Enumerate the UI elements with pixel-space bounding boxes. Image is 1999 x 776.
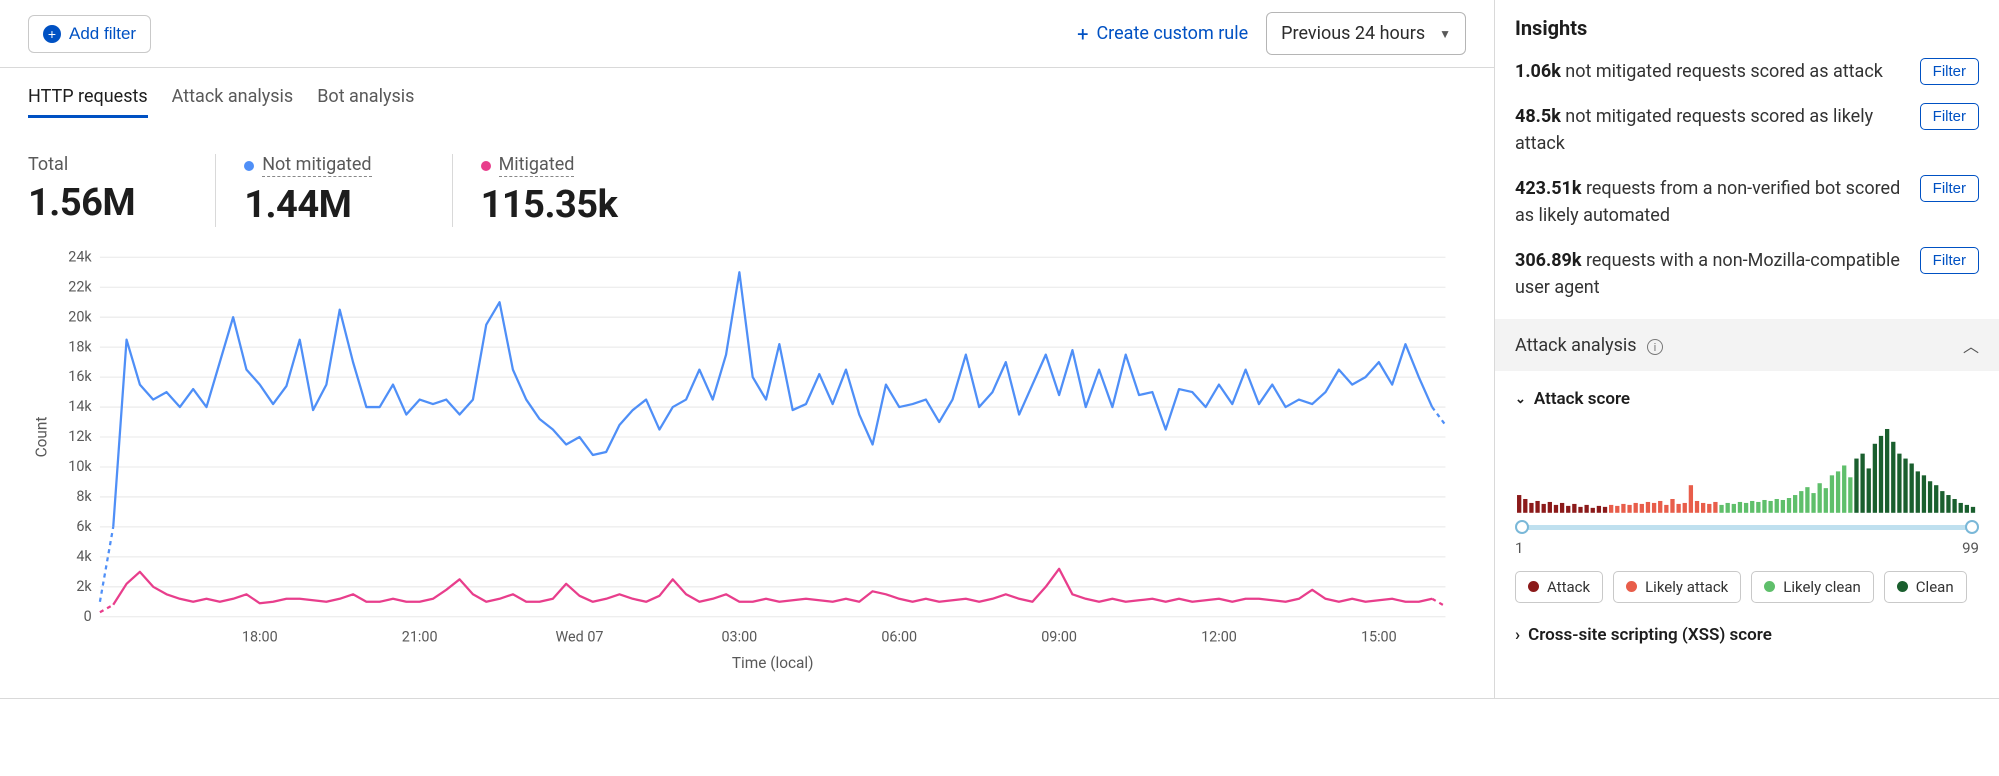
svg-text:18:00: 18:00: [242, 628, 278, 645]
svg-text:12k: 12k: [68, 428, 92, 445]
insight-filter-button[interactable]: Filter: [1920, 58, 1979, 85]
svg-text:15:00: 15:00: [1361, 628, 1397, 645]
stat-not-mitigated-value: 1.44M: [244, 183, 371, 227]
insight-text: 423.51k requests from a non-verified bot…: [1515, 175, 1908, 229]
insight-filter-button[interactable]: Filter: [1920, 175, 1979, 202]
svg-text:24k: 24k: [68, 248, 92, 265]
svg-text:10k: 10k: [68, 458, 92, 475]
caret-down-icon: ▼: [1439, 27, 1451, 41]
insights-title: Insights: [1515, 16, 1979, 40]
svg-text:0: 0: [84, 608, 92, 625]
badge-label: Likely clean: [1783, 578, 1861, 596]
chevron-up-icon: ︿: [1963, 333, 1979, 357]
stat-total-label: Total: [28, 154, 68, 175]
stat-not-mitigated-label: Not mitigated: [244, 154, 371, 177]
add-filter-label: Add filter: [69, 24, 136, 44]
svg-text:06:00: 06:00: [881, 628, 917, 645]
stat-mitigated-label: Mitigated: [481, 154, 575, 177]
insight-filter-button[interactable]: Filter: [1920, 103, 1979, 130]
attack-score-expand[interactable]: ⌄ Attack score: [1515, 389, 1979, 409]
stat-mitigated-value: 115.35k: [481, 183, 618, 227]
slider-min-label: 1: [1515, 539, 1523, 557]
svg-text:6k: 6k: [76, 518, 92, 535]
svg-text:4k: 4k: [76, 548, 92, 565]
svg-text:03:00: 03:00: [721, 628, 757, 645]
chevron-right-icon: ›: [1515, 625, 1520, 645]
insight-text: 48.5k not mitigated requests scored as l…: [1515, 103, 1908, 157]
attack-analysis-label: Attack analysis: [1515, 335, 1637, 356]
slider-max-label: 99: [1962, 539, 1979, 557]
tab-http-requests[interactable]: HTTP requests: [28, 86, 148, 118]
svg-text:16k: 16k: [68, 368, 92, 385]
svg-text:14k: 14k: [68, 398, 92, 415]
svg-text:2k: 2k: [76, 578, 92, 595]
create-rule-label: Create custom rule: [1096, 23, 1248, 44]
xss-score-expand[interactable]: › Cross-site scripting (XSS) score: [1515, 625, 1979, 645]
score-badge-attack[interactable]: Attack: [1515, 571, 1603, 603]
score-badge-clean[interactable]: Clean: [1884, 571, 1967, 603]
time-range-dropdown[interactable]: Previous 24 hours ▼: [1266, 12, 1466, 55]
plus-circle-icon: +: [43, 25, 61, 43]
svg-text:Time (local): Time (local): [732, 654, 814, 672]
svg-text:22k: 22k: [68, 278, 92, 295]
attack-score-title: Attack score: [1534, 389, 1630, 409]
requests-chart: 0 2k 4k 6k 8k 10k 12k 14k 16k 18k 20k 22k 24k 18:00 21…: [28, 247, 1466, 678]
dot-icon: [481, 161, 491, 171]
dot-icon: [1626, 581, 1637, 592]
slider-handle-max[interactable]: [1965, 520, 1979, 534]
slider-handle-min[interactable]: [1515, 520, 1529, 534]
badge-label: Likely attack: [1645, 578, 1728, 596]
info-icon: i: [1647, 339, 1663, 355]
time-range-label: Previous 24 hours: [1281, 23, 1425, 44]
dot-icon: [244, 161, 254, 171]
badge-label: Clean: [1916, 578, 1954, 596]
attack-score-slider[interactable]: [1515, 519, 1979, 535]
badge-label: Attack: [1547, 578, 1590, 596]
svg-text:8k: 8k: [76, 488, 92, 505]
create-custom-rule-link[interactable]: + Create custom rule: [1077, 23, 1248, 44]
tab-bot-analysis[interactable]: Bot analysis: [317, 86, 414, 118]
dot-icon: [1897, 581, 1908, 592]
insight-text: 1.06k not mitigated requests scored as a…: [1515, 58, 1883, 85]
insight-filter-button[interactable]: Filter: [1920, 247, 1979, 274]
svg-text:21:00: 21:00: [402, 628, 438, 645]
insight-row: 48.5k not mitigated requests scored as l…: [1515, 103, 1979, 157]
dot-icon: [1764, 581, 1775, 592]
svg-text:09:00: 09:00: [1041, 628, 1077, 645]
svg-text:12:00: 12:00: [1201, 628, 1237, 645]
insight-row: 1.06k not mitigated requests scored as a…: [1515, 58, 1979, 85]
add-filter-button[interactable]: + Add filter: [28, 15, 151, 53]
score-badge-likely-clean[interactable]: Likely clean: [1751, 571, 1874, 603]
tab-attack-analysis[interactable]: Attack analysis: [172, 86, 294, 118]
svg-text:Count: Count: [33, 417, 51, 458]
xss-score-title: Cross-site scripting (XSS) score: [1528, 625, 1772, 645]
insight-row: 423.51k requests from a non-verified bot…: [1515, 175, 1979, 229]
stat-total-value: 1.56M: [28, 181, 135, 225]
plus-icon: +: [1077, 24, 1088, 44]
svg-text:20k: 20k: [68, 308, 92, 325]
insight-text: 306.89k requests with a non-Mozilla-comp…: [1515, 247, 1908, 301]
score-badge-likely-attack[interactable]: Likely attack: [1613, 571, 1741, 603]
dot-icon: [1528, 581, 1539, 592]
attack-analysis-section[interactable]: Attack analysis i ︿: [1495, 319, 1999, 371]
chevron-down-icon: ⌄: [1515, 392, 1526, 407]
svg-text:18k: 18k: [68, 338, 92, 355]
attack-score-histogram: [1515, 423, 1979, 513]
insight-row: 306.89k requests with a non-Mozilla-comp…: [1515, 247, 1979, 301]
svg-text:Wed 07: Wed 07: [556, 628, 604, 645]
